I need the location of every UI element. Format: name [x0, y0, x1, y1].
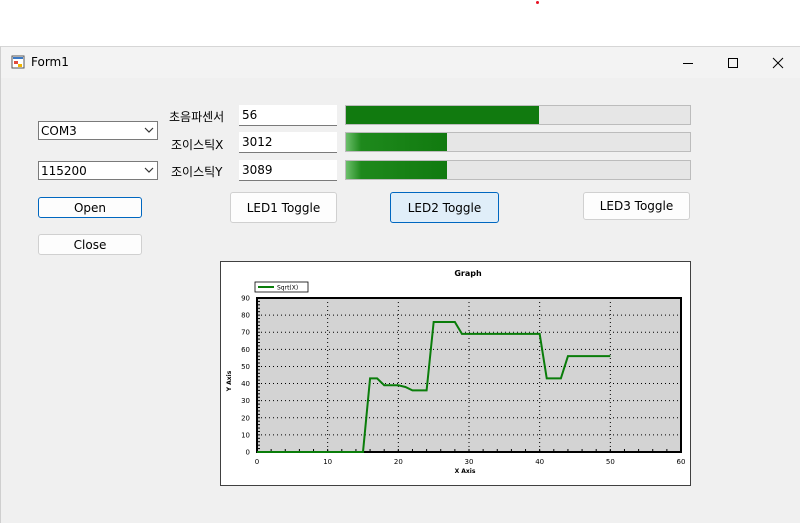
y-tick-label: 30 [241, 397, 250, 405]
chevron-down-icon [144, 167, 154, 173]
y-tick-label: 10 [241, 431, 250, 439]
x-tick-label: 30 [465, 458, 474, 466]
ultrasonic-progress [345, 105, 691, 125]
cursor-dot [536, 1, 539, 4]
y-tick-label: 70 [241, 329, 250, 337]
joystick-x-value-field[interactable]: 3012 [239, 132, 337, 153]
minimize-button[interactable] [665, 47, 711, 78]
open-button-label: Open [73, 200, 107, 215]
joystick-x-label: 조이스틱X [171, 138, 224, 152]
y-tick-label: 80 [241, 312, 250, 320]
joystick-y-progress-fill [346, 161, 448, 179]
port-select-value: COM3 [41, 124, 77, 138]
y-axis-label: Y Axis [226, 370, 233, 392]
ultrasonic-label: 초음파센서 [169, 110, 225, 124]
open-button[interactable]: Open [38, 197, 142, 218]
maximize-button[interactable] [710, 47, 756, 78]
title-bar[interactable]: Form1 [1, 47, 800, 78]
graph-chart: 0 10 20 30 40 50 60 0 10 20 30 40 50 60 70 80 90 Graph X A… [220, 261, 691, 486]
baud-select[interactable]: 115200 [38, 161, 158, 180]
joystick-x-progress-fill [346, 133, 448, 151]
led1-toggle-button[interactable]: LED1 Toggle [230, 192, 337, 223]
maximize-icon [728, 57, 738, 68]
led1-toggle-label: LED1 Toggle [246, 200, 321, 215]
app-icon [11, 55, 25, 69]
led2-toggle-button[interactable]: LED2 Toggle [390, 192, 499, 223]
close-port-button-label: Close [73, 237, 107, 252]
chevron-down-icon [144, 127, 154, 133]
x-axis-label: X Axis [455, 468, 476, 475]
x-tick-label: 0 [255, 458, 259, 466]
y-tick-label: 90 [241, 295, 250, 303]
close-icon [772, 57, 784, 68]
chart-title: Graph [454, 269, 482, 278]
ultrasonic-progress-fill [346, 106, 539, 124]
joystick-y-value-field[interactable]: 3089 [239, 160, 337, 181]
y-tick-label: 60 [241, 346, 250, 354]
y-tick-label: 0 [246, 449, 250, 457]
port-select[interactable]: COM3 [38, 121, 158, 140]
y-tick-label: 40 [241, 380, 250, 388]
y-tick-label: 20 [241, 414, 250, 422]
x-tick-label: 10 [323, 458, 332, 466]
baud-select-value: 115200 [41, 164, 87, 178]
x-tick-label: 40 [535, 458, 544, 466]
joystick-y-label: 조이스틱Y [171, 165, 223, 179]
close-window-button[interactable] [755, 47, 800, 78]
led3-toggle-button[interactable]: LED3 Toggle [583, 192, 690, 220]
x-tick-label: 50 [606, 458, 615, 466]
joystick-y-progress [345, 160, 691, 180]
minimize-icon [683, 62, 693, 64]
main-window: Form1 COM3 115200 Open Close 초음파센서 56 조이… [0, 46, 800, 523]
legend-label: Sqrt(X) [277, 285, 298, 292]
joystick-x-progress [345, 132, 691, 152]
close-port-button[interactable]: Close [38, 234, 142, 255]
led3-toggle-label: LED3 Toggle [599, 199, 674, 213]
x-tick-label: 20 [394, 458, 403, 466]
window-title: Form1 [31, 55, 69, 69]
ultrasonic-value-field[interactable]: 56 [239, 105, 337, 126]
led2-toggle-label: LED2 Toggle [407, 200, 482, 215]
y-tick-label: 50 [241, 363, 250, 371]
chart-svg: 0 10 20 30 40 50 60 0 10 20 30 40 50 60 70 80 90 Graph X A… [226, 269, 686, 475]
x-tick-label: 60 [677, 458, 686, 466]
